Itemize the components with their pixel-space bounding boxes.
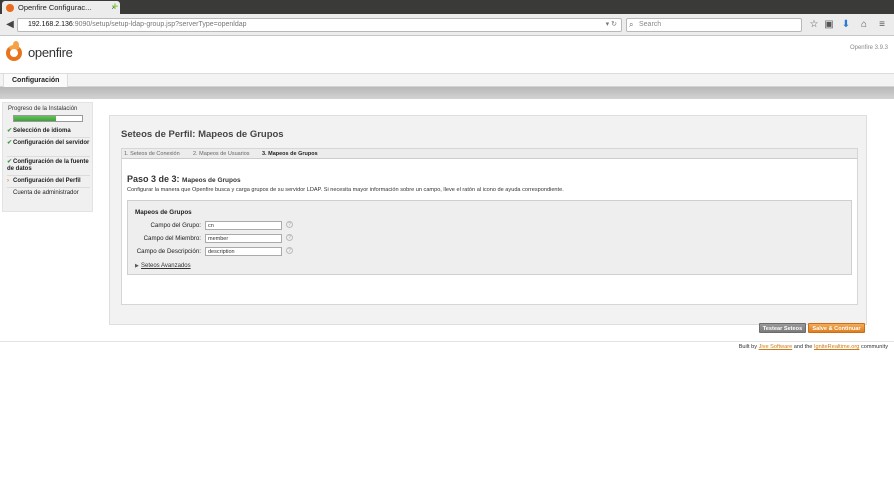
jive-software-link[interactable]: Jive Software [759, 344, 793, 350]
advanced-settings-link[interactable]: Seteos Avanzados [141, 263, 191, 269]
home-icon[interactable]: ⌂ [858, 18, 870, 32]
sidebar-divider [7, 175, 90, 176]
url-path: :9090/setup/setup-ldap-group.jsp?serverT… [72, 21, 247, 28]
member-field-input[interactable] [205, 234, 282, 243]
main-panel: Seteos de Perfil: Mapeos de Grupos 1. Se… [109, 115, 867, 333]
openfire-flame-icon [4, 41, 24, 63]
browser-tab-title: Openfire Configurac... [18, 3, 92, 12]
help-icon[interactable]: ? [286, 221, 293, 228]
group-field-input[interactable] [205, 221, 282, 230]
openfire-logo: openfire [4, 41, 73, 63]
browser-tab-strip: Openfire Configurac... × + [0, 0, 894, 14]
field-row-group: Campo del Grupo: ? [133, 221, 433, 230]
reload-icon[interactable]: ▾ ↻ [606, 19, 617, 31]
sidebar-divider [7, 187, 90, 188]
sidebar-item-idioma: ✔Selección de idioma [7, 128, 92, 135]
page-title: Seteos de Perfil: Mapeos de Grupos [121, 129, 284, 140]
app-tab-bar: Configuración [0, 73, 894, 88]
menu-icon[interactable]: ≡ [876, 18, 888, 32]
footer-suffix: community [860, 344, 888, 350]
sidebar-item-perfil: › Configuración del Perfil [7, 178, 92, 185]
footer: Built by Jive Software and the IgniteRea… [739, 344, 888, 350]
browser-tab[interactable]: Openfire Configurac... × [2, 1, 120, 14]
clipboard-icon[interactable]: ▣ [823, 18, 835, 32]
url-host: 192.168.2.136 [28, 21, 73, 28]
install-progress-sidebar: Progreso de la Instalación ✔Selección de… [2, 102, 93, 212]
browser-toolbar: ◀ 192.168.2.136:9090/setup/setup-ldap-gr… [0, 14, 894, 36]
setup-card: 1. Seteos de Conexión 2. Mapeos de Usuar… [121, 148, 865, 333]
sidebar-item-fuente-datos: ✔Configuración de la fuente de datos [7, 159, 92, 173]
progress-bar-fill [14, 116, 57, 121]
footer-middle: and the [793, 344, 813, 350]
openfire-favicon-icon [6, 3, 14, 12]
test-settings-button[interactable]: Testear Seteos [759, 323, 806, 333]
url-bar[interactable]: 192.168.2.136:9090/setup/setup-ldap-grou… [17, 18, 622, 32]
sidebar-item-administrador: Cuenta de administrador [7, 190, 92, 197]
app-header: openfire Openfire 3.9.3 [0, 37, 894, 73]
download-icon[interactable]: ⬇ [840, 18, 852, 32]
search-placeholder: Search [639, 21, 662, 28]
install-progress-bar [13, 115, 83, 122]
sidebar-divider [7, 137, 90, 138]
step-heading-prefix: Paso 3 de 3: [127, 174, 180, 184]
advanced-settings-toggle[interactable]: ▶ Seteos Avanzados [135, 263, 191, 269]
sidebar-title: Progreso de la Instalación [8, 106, 78, 112]
sidebar-item-servidor: ✔Configuración del servidor [7, 140, 92, 147]
description-field-label: Campo de Descripción: [136, 248, 201, 255]
member-field-label: Campo del Miembro: [143, 235, 201, 242]
sidebar-item-label: Configuración del Perfil [13, 178, 81, 184]
step-description: Configurar la manera que Openfire busca … [127, 187, 564, 193]
search-input[interactable]: ⌕ Search [626, 18, 802, 32]
help-icon[interactable]: ? [286, 234, 293, 241]
field-row-description: Campo de Descripción: ? [133, 247, 433, 256]
group-field-label: Campo del Grupo: [150, 222, 201, 229]
sidebar-item-label: Selección de idioma [13, 128, 71, 134]
sidebar-item-label: Cuenta de administrador [13, 190, 79, 196]
field-row-member: Campo del Miembro: ? [133, 234, 433, 243]
step-2: 2. Mapeos de Usuarios [193, 151, 250, 157]
step-indicator: 1. Seteos de Conexión 2. Mapeos de Usuar… [122, 149, 857, 159]
logo-text: openfire [28, 44, 73, 60]
bookmark-star-icon[interactable]: ☆ [808, 18, 820, 32]
sidebar-item-label: Configuración del servidor [13, 140, 90, 146]
step-1: 1. Seteos de Conexión [124, 151, 180, 157]
tab-configuracion[interactable]: Configuración [3, 74, 69, 88]
search-icon: ⌕ [629, 20, 634, 29]
footer-divider [0, 341, 894, 342]
save-continue-button[interactable]: Salve & Continuar [808, 323, 865, 333]
help-icon[interactable]: ? [286, 247, 293, 254]
form-heading: Mapeos de Grupos [135, 209, 192, 216]
footer-prefix: Built by [738, 344, 758, 350]
new-tab-icon[interactable]: + [110, 2, 120, 13]
back-icon[interactable]: ◀ [3, 18, 17, 32]
igniterealtime-link[interactable]: IgniteRealtime.org [814, 344, 859, 350]
step-heading-subtitle: Mapeos de Grupos [182, 177, 241, 184]
version-label: Openfire 3.9.3 [849, 45, 888, 51]
header-divider-band [0, 87, 894, 99]
sidebar-item-label: Configuración de la fuente de datos [7, 159, 89, 172]
step-heading: Paso 3 de 3: Mapeos de Grupos [127, 174, 241, 184]
step-3-active: 3. Mapeos de Grupos [262, 151, 318, 157]
group-mapping-form: Mapeos de Grupos Campo del Grupo: ? Camp… [127, 200, 852, 275]
description-field-input[interactable] [205, 247, 282, 256]
sidebar-divider [7, 156, 90, 157]
